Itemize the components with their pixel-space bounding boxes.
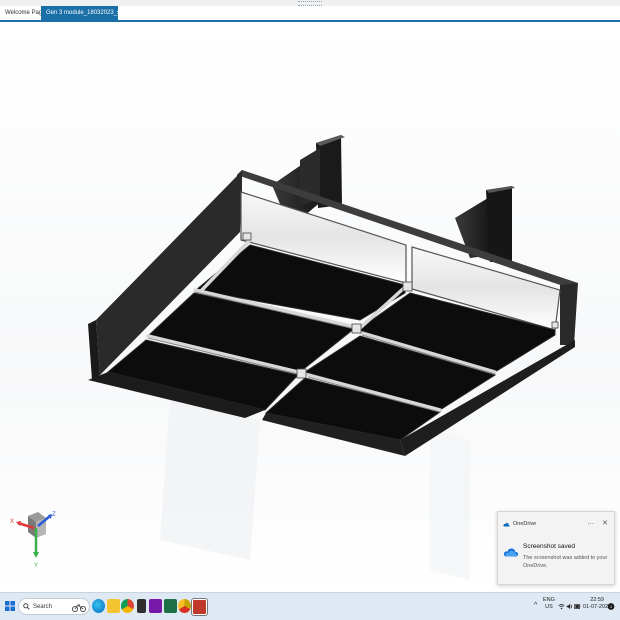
nx-icon[interactable]: [192, 599, 207, 615]
app-icon[interactable]: [137, 599, 146, 613]
search-placeholder: Search: [33, 603, 53, 610]
tab-close-icon[interactable]: □ ✕: [141, 9, 153, 17]
chrome-canary-icon[interactable]: [178, 599, 191, 613]
onedrive-cloud-icon: [503, 548, 519, 557]
tab-bar: Welcome Page Gen 3 module_18032023_step.…: [0, 6, 620, 22]
3d-model[interactable]: [0, 22, 620, 592]
search-icon: [23, 603, 30, 610]
tab-welcome-page[interactable]: Welcome Page: [0, 6, 46, 20]
tab-label: Welcome Page: [5, 10, 46, 16]
graphics-viewport[interactable]: X Y Z: [0, 22, 620, 592]
view-triad[interactable]: X Y Z: [8, 508, 60, 568]
notification-title: Screenshot saved: [523, 543, 576, 550]
tab-part-file[interactable]: Gen 3 module_18032023_step.prt □ ✕: [41, 6, 153, 20]
battery-icon[interactable]: [574, 603, 581, 610]
notification-header: OneDrive: [503, 521, 536, 527]
excel-icon[interactable]: [164, 599, 177, 613]
notification-body: The screenshot was added to your OneDriv…: [523, 555, 608, 569]
bike-widget-icon[interactable]: [71, 602, 87, 612]
edge-icon[interactable]: [92, 599, 105, 613]
tab-label: Gen 3 module_18032023_step.prt: [46, 10, 138, 16]
notification-center-icon[interactable]: 1: [607, 602, 615, 611]
taskbar-search[interactable]: Search: [18, 598, 90, 615]
lang-top: ENG: [543, 597, 555, 603]
volume-icon[interactable]: [566, 603, 573, 610]
onedrive-small-icon: [503, 522, 510, 526]
file-explorer-icon[interactable]: [107, 599, 120, 613]
wifi-icon[interactable]: [558, 603, 565, 610]
notification-app-name: OneDrive: [513, 521, 537, 527]
y-axis-label: Y: [34, 563, 38, 568]
tray-chevron-icon[interactable]: ^: [534, 602, 537, 609]
onenote-icon[interactable]: [149, 599, 162, 613]
notification-menu-icon[interactable]: …: [587, 519, 594, 527]
chrome-icon[interactable]: [121, 599, 134, 613]
taskbar: Search ^ ENG US 22:59 01-07-2023 1: [0, 592, 620, 620]
onedrive-notification[interactable]: OneDrive … ✕ Screenshot saved The screen…: [497, 511, 615, 585]
start-icon[interactable]: [5, 601, 15, 611]
x-axis-label: X: [10, 519, 14, 525]
notification-close-icon[interactable]: ✕: [602, 519, 608, 527]
language-indicator[interactable]: ENG US: [543, 597, 555, 611]
z-axis-label: Z: [52, 512, 56, 518]
lang-bottom: US: [545, 604, 553, 610]
